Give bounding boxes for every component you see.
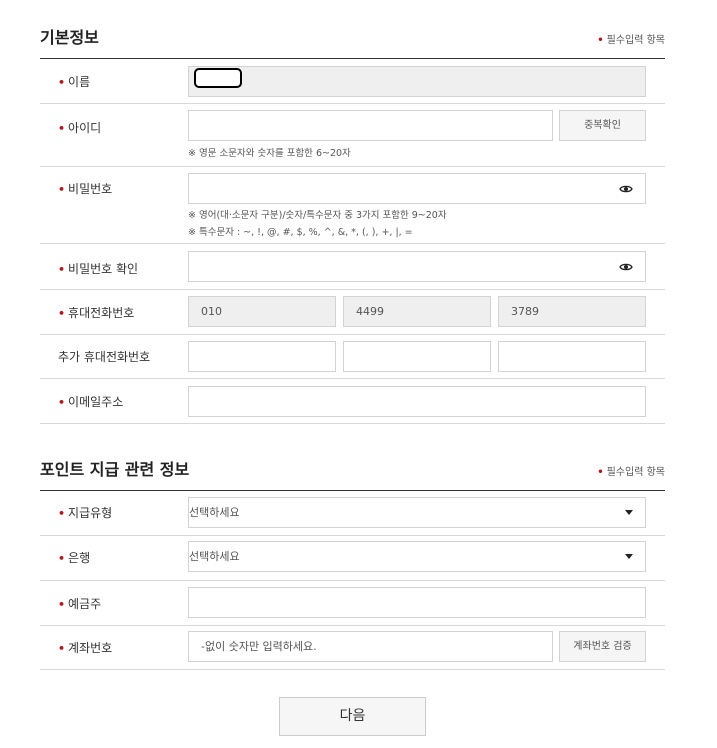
- caret-down-icon: [625, 510, 633, 515]
- extra-mobile-part-1[interactable]: [188, 341, 336, 372]
- required-dot-icon: •: [597, 467, 604, 478]
- bank-select[interactable]: 선택하세요: [188, 541, 646, 572]
- id-label: • 아이디: [58, 121, 102, 135]
- holder-row: • 예금주: [40, 581, 665, 626]
- required-note: • 필수입력 항목: [597, 467, 665, 478]
- account-row: • 계좌번호 -없이 숫자만 입력하세요. 계좌번호 검증: [40, 626, 665, 670]
- account-input[interactable]: -없이 숫자만 입력하세요.: [188, 631, 553, 662]
- password-input[interactable]: [188, 173, 646, 204]
- basic-info-title: 기본정보: [40, 28, 99, 47]
- account-verify-button[interactable]: 계좌번호 검증: [559, 631, 646, 662]
- id-duplicate-check-button[interactable]: 중복확인: [559, 110, 646, 141]
- extra-mobile-part-2[interactable]: [343, 341, 491, 372]
- pay-type-row: • 지급유형 선택하세요: [40, 491, 665, 536]
- name-row: • 이름: [40, 59, 665, 104]
- email-label: • 이메일주소: [58, 395, 124, 409]
- bank-label: • 은행: [58, 551, 91, 565]
- mobile-part-1[interactable]: 010: [188, 296, 336, 327]
- eye-icon[interactable]: [619, 182, 633, 196]
- holder-label: • 예금주: [58, 597, 102, 611]
- password-label: • 비밀번호: [58, 182, 113, 196]
- bank-row: • 은행 선택하세요: [40, 536, 665, 581]
- name-redaction-box: [194, 68, 242, 88]
- password-hint-1: ※ 영어(대·소문자 구분)/숫자/특수문자 중 3가지 포함한 9~20자: [188, 210, 447, 221]
- password-confirm-row: • 비밀번호 확인: [40, 244, 665, 290]
- holder-input[interactable]: [188, 587, 646, 618]
- id-hint: ※ 영문 소문자와 숫자를 포함한 6~20자: [188, 148, 351, 159]
- email-row: • 이메일주소: [40, 379, 665, 424]
- pay-type-label: • 지급유형: [58, 506, 113, 520]
- mobile-label: • 휴대전화번호: [58, 306, 135, 320]
- eye-icon[interactable]: [619, 260, 633, 274]
- name-label: • 이름: [58, 75, 91, 89]
- password-confirm-input[interactable]: [188, 251, 646, 282]
- required-dot-icon: •: [597, 35, 604, 46]
- mobile-part-3[interactable]: 3789: [498, 296, 646, 327]
- mobile-part-2[interactable]: 4499: [343, 296, 491, 327]
- extra-mobile-row: 추가 휴대전화번호: [40, 335, 665, 379]
- caret-down-icon: [625, 554, 633, 559]
- password-row: • 비밀번호 ※ 영어(대·소문자 구분)/숫자/특수문자 중 3가지 포함한 9…: [40, 167, 665, 244]
- password-confirm-label: • 비밀번호 확인: [58, 262, 139, 276]
- point-info-title: 포인트 지급 관련 정보: [40, 460, 190, 479]
- name-field[interactable]: [188, 66, 646, 97]
- email-input[interactable]: [188, 386, 646, 417]
- id-input[interactable]: [188, 110, 553, 141]
- bank-value: 선택하세요: [189, 550, 240, 563]
- id-row: • 아이디 중복확인 ※ 영문 소문자와 숫자를 포함한 6~20자: [40, 104, 665, 167]
- pay-type-value: 선택하세요: [189, 506, 240, 519]
- extra-mobile-label: 추가 휴대전화번호: [58, 350, 151, 364]
- account-label: • 계좌번호: [58, 641, 113, 655]
- password-hint-2: ※ 특수문자 : ~, !, @, #, $, %, ^, &, *, (, )…: [188, 227, 413, 238]
- extra-mobile-part-3[interactable]: [498, 341, 646, 372]
- pay-type-select[interactable]: 선택하세요: [188, 497, 646, 528]
- next-button[interactable]: 다음: [279, 697, 426, 736]
- mobile-row: • 휴대전화번호 010 4499 3789: [40, 290, 665, 335]
- required-note: • 필수입력 항목: [597, 35, 665, 46]
